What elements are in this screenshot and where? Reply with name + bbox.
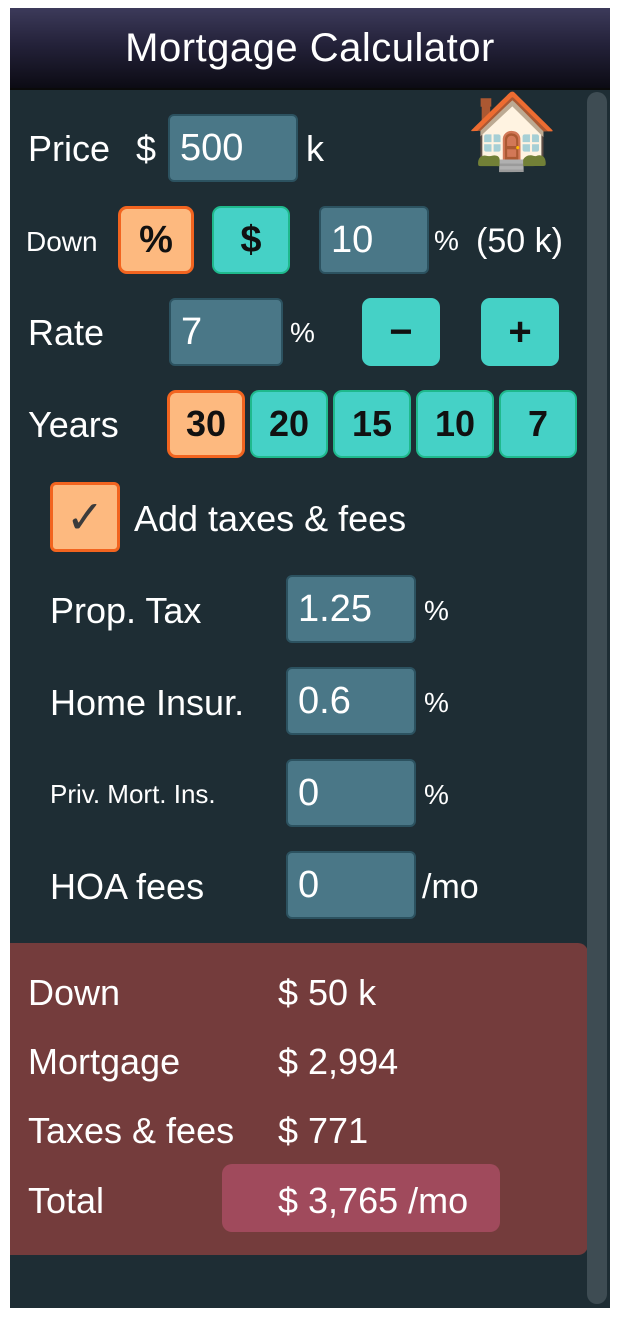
home-insur-input[interactable]	[286, 667, 416, 735]
summary-taxes-value: $ 771	[278, 1110, 369, 1151]
years-option-7[interactable]: 7	[499, 390, 577, 458]
hoa-unit: /mo	[422, 868, 479, 906]
house-icon: 🏠	[466, 89, 559, 172]
hoa-input[interactable]	[286, 851, 416, 919]
app-title: Mortgage Calculator	[125, 25, 495, 70]
pmi-label: Priv. Mort. Ins.	[50, 779, 216, 809]
price-currency: $	[136, 128, 157, 169]
prop-tax-unit: %	[424, 595, 449, 626]
years-option-10[interactable]: 10	[416, 390, 494, 458]
down-computed: (50 k)	[476, 222, 563, 260]
years-option-15[interactable]: 15	[333, 390, 411, 458]
summary-mortgage-label: Mortgage	[28, 1041, 181, 1082]
taxes-checkbox[interactable]: ✓	[50, 482, 120, 552]
down-dollar-button[interactable]: $	[212, 206, 290, 274]
summary-mortgage-value: $ 2,994	[278, 1041, 399, 1082]
rate-decrease-button[interactable]: −	[362, 298, 440, 366]
summary-total-label: Total	[28, 1180, 105, 1221]
prop-tax-label: Prop. Tax	[50, 590, 202, 631]
title-bar: Mortgage Calculator	[10, 8, 610, 90]
prop-tax-input[interactable]	[286, 575, 416, 643]
scrollbar[interactable]	[587, 92, 607, 1304]
summary-down-label: Down	[28, 972, 121, 1013]
rate-input[interactable]	[169, 298, 283, 366]
price-label: Price	[28, 128, 111, 169]
home-insur-unit: %	[424, 687, 449, 718]
home-insur-label: Home Insur.	[50, 682, 245, 723]
rate-increase-button[interactable]: +	[481, 298, 559, 366]
down-input[interactable]	[319, 206, 429, 274]
years-label: Years	[28, 404, 119, 445]
pmi-input[interactable]	[286, 759, 416, 827]
hoa-label: HOA fees	[50, 866, 205, 907]
down-percent-button[interactable]: %	[118, 206, 194, 274]
app-frame: Mortgage Calculator Price $ k 🏠 Down % $…	[10, 8, 610, 1308]
price-unit: k	[306, 128, 324, 169]
years-option-30[interactable]: 30	[167, 390, 245, 458]
summary-taxes-label: Taxes & fees	[28, 1110, 235, 1151]
down-unit: %	[434, 225, 459, 256]
checkmark-icon: ✓	[65, 491, 105, 543]
rate-unit: %	[290, 317, 315, 348]
summary-total-value: $ 3,765 /mo	[278, 1180, 469, 1221]
summary-down-value: $ 50 k	[278, 972, 377, 1013]
years-option-20[interactable]: 20	[250, 390, 328, 458]
price-input[interactable]	[168, 114, 298, 182]
taxes-checkbox-label[interactable]: Add taxes & fees	[134, 498, 406, 540]
rate-label: Rate	[28, 312, 105, 353]
down-label: Down	[26, 226, 98, 257]
pmi-unit: %	[424, 779, 449, 810]
